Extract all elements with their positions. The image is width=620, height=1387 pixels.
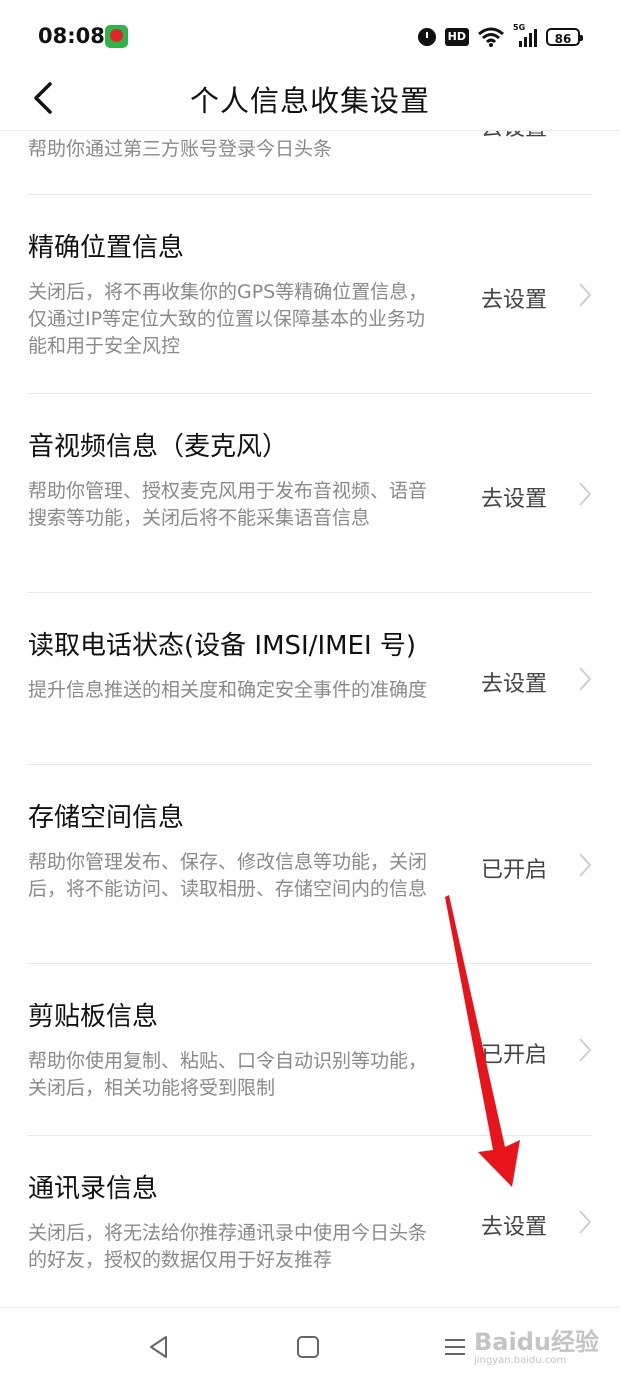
settings-list: 帮助你通过第三方账号登录今日头条 去设置 精确位置信息 关闭后，将不再收集你的G…: [0, 130, 620, 1307]
list-item-microphone[interactable]: 音视频信息（麦克风） 帮助你管理、授权麦克风用于发布音视频、语音搜索等功能，关闭…: [28, 393, 592, 593]
list-item-contacts[interactable]: 通讯录信息 关闭后，将无法给你推荐通讯录中使用今日头条的好友，授权的数据仅用于好…: [28, 1135, 592, 1307]
list-item-storage[interactable]: 存储空间信息 帮助你管理发布、保存、修改信息等功能，关闭后，将不能访问、读取相册…: [28, 764, 592, 964]
watermark-url: jingyan.baidu.com: [474, 1355, 567, 1366]
item-action[interactable]: 已开启: [481, 852, 547, 884]
item-description: 帮助你管理发布、保存、修改信息等功能，关闭后，将不能访问、读取相册、存储空间内的…: [28, 851, 428, 900]
status-time: 08:08: [38, 24, 105, 48]
network-label: 5G: [513, 23, 526, 32]
chevron-right-icon: [579, 283, 592, 307]
chevron-right-icon: [579, 1210, 592, 1234]
app-icon: [105, 25, 128, 48]
item-title: 音视频信息（麦克风）: [28, 432, 289, 462]
hd-icon: HD: [444, 28, 469, 46]
baidu-watermark: Baidu经验 jingyan.baidu.com: [474, 1322, 599, 1366]
item-description: 帮助你通过第三方账号登录今日头条: [28, 138, 333, 160]
signal-icon: 5G: [513, 23, 537, 47]
alarm-icon: [417, 28, 436, 46]
chevron-right-icon: [579, 1038, 592, 1062]
list-item-phone-state[interactable]: 读取电话状态(设备 IMSI/IMEI 号) 提升信息推送的相关度和确定安全事件…: [28, 592, 592, 765]
item-action[interactable]: 去设置: [481, 1209, 547, 1241]
item-description: 帮助你管理、授权麦克风用于发布音视频、语音搜索等功能，关闭后将不能采集语音信息: [28, 480, 428, 529]
chevron-right-icon: [579, 853, 592, 877]
item-action[interactable]: 去设置: [481, 481, 547, 513]
back-triangle-icon[interactable]: [144, 1332, 174, 1362]
home-square-icon[interactable]: [293, 1332, 323, 1362]
item-title: 剪贴板信息: [28, 1002, 159, 1032]
watermark-text: Baidu经验: [474, 1328, 599, 1356]
chevron-right-icon: [579, 667, 592, 691]
status-bar: 08:08 HD 5G 86: [0, 0, 620, 72]
status-icons: HD 5G 86: [417, 23, 583, 48]
item-action[interactable]: 去设置: [481, 666, 547, 698]
item-title: 读取电话状态(设备 IMSI/IMEI 号): [28, 631, 417, 661]
item-title: 存储空间信息: [28, 803, 185, 833]
item-description: 提升信息推送的相关度和确定安全事件的准确度: [28, 679, 428, 701]
wifi-icon: [478, 27, 504, 47]
item-action[interactable]: 已开启: [481, 1037, 547, 1069]
list-item-third-party-login[interactable]: 帮助你通过第三方账号登录今日头条 去设置: [28, 130, 592, 195]
battery-icon: 86: [546, 28, 583, 46]
item-description: 帮助你使用复制、粘贴、口令自动识别等功能，关闭后，相关功能将受到限制: [28, 1050, 428, 1099]
top-bar: 个人信息收集设置: [0, 72, 620, 131]
menu-lines-icon[interactable]: [440, 1332, 470, 1362]
item-description: 关闭后，将无法给你推荐通讯录中使用今日头条的好友，授权的数据仅用于好友推荐: [28, 1222, 428, 1271]
page-title: 个人信息收集设置: [189, 84, 430, 118]
item-title: 通讯录信息: [28, 1174, 159, 1204]
chevron-right-icon: [579, 482, 592, 506]
item-title: 精确位置信息: [28, 233, 185, 263]
list-item-clipboard[interactable]: 剪贴板信息 帮助你使用复制、粘贴、口令自动识别等功能，关闭后，相关功能将受到限制…: [28, 963, 592, 1136]
list-item-precise-location[interactable]: 精确位置信息 关闭后，将不再收集你的GPS等精确位置信息，仅通过IP等定位大致的…: [28, 194, 592, 394]
item-action[interactable]: 去设置: [481, 282, 547, 314]
item-description: 关闭后，将不再收集你的GPS等精确位置信息，仅通过IP等定位大致的位置以保障基本…: [28, 281, 428, 357]
item-action[interactable]: 去设置: [481, 130, 547, 142]
